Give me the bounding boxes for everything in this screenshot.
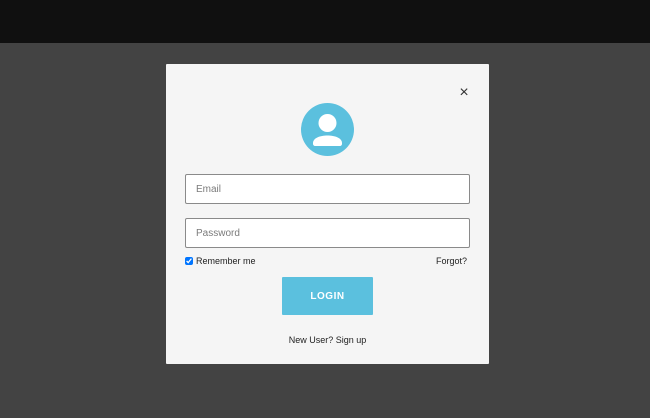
remember-me[interactable]: Remember me [185, 256, 256, 266]
login-button[interactable]: LOGIN [282, 277, 373, 315]
email-field[interactable] [185, 174, 470, 204]
top-bar [0, 0, 650, 43]
signup-link[interactable]: New User? Sign up [166, 335, 489, 345]
password-field[interactable] [185, 218, 470, 248]
close-icon[interactable]: × [454, 84, 474, 102]
forgot-password-link[interactable]: Forgot? [436, 256, 467, 266]
remember-me-label: Remember me [196, 256, 256, 266]
login-modal: × Remember me Forgot? LOGIN New User? Si… [166, 64, 489, 364]
user-avatar-icon [301, 103, 354, 156]
remember-me-checkbox[interactable] [185, 257, 193, 265]
